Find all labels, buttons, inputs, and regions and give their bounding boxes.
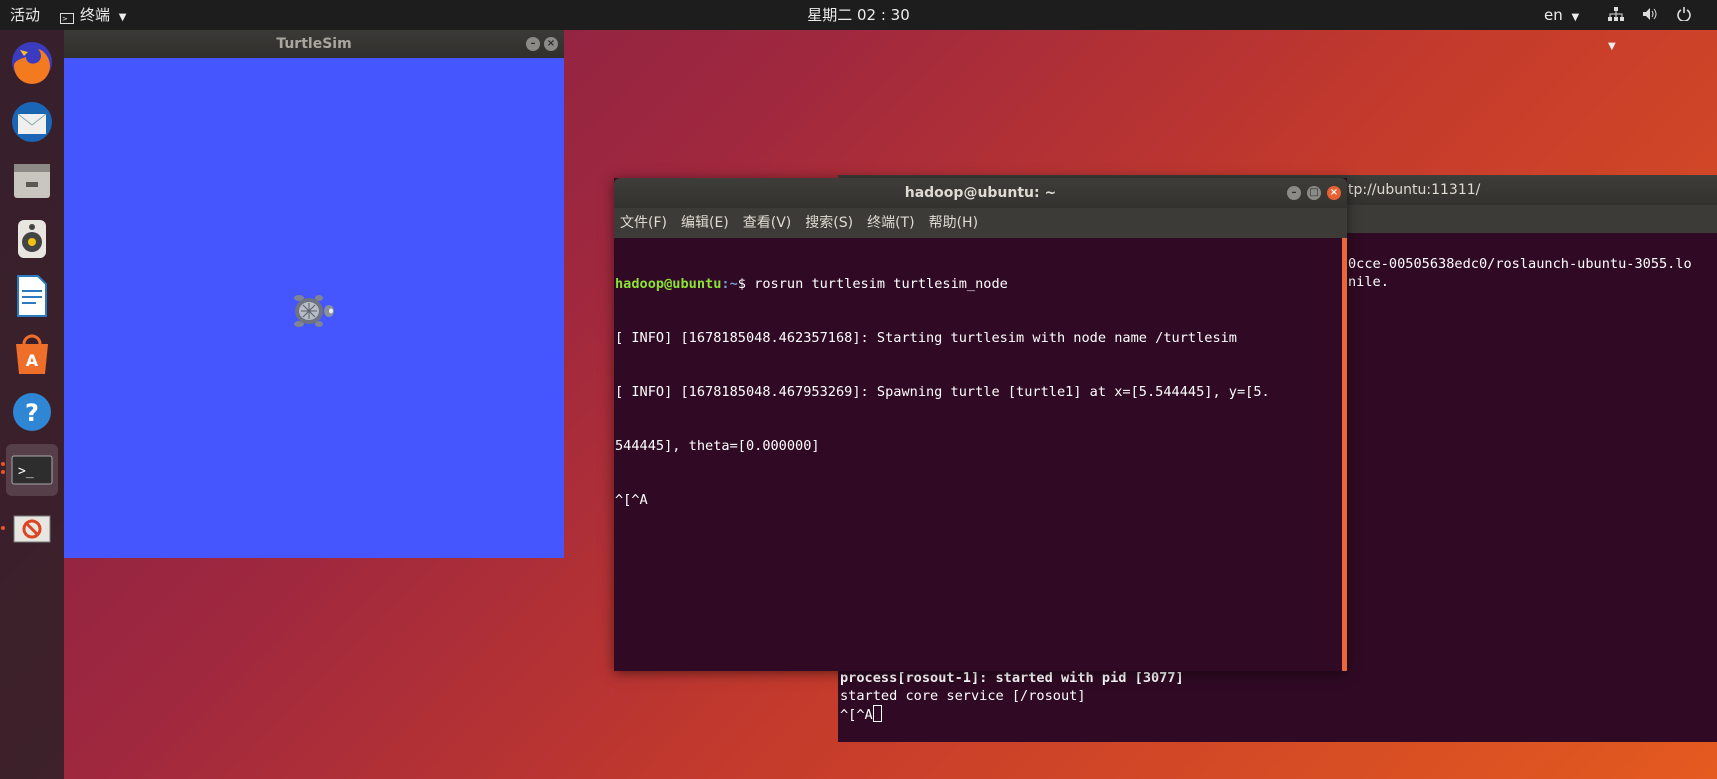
output-line: [ INFO] [1678185048.467953269]: Spawning… (615, 384, 1270, 400)
running-indicator (1, 462, 5, 466)
files-icon[interactable] (6, 154, 58, 206)
chevron-down-icon: ▼ (118, 12, 127, 23)
libreoffice-writer-icon[interactable] (6, 270, 58, 322)
text-cursor (872, 705, 882, 722)
window-titlebar[interactable]: hadoop@ubuntu: ~ – □ × (614, 178, 1347, 208)
menu-search[interactable]: 搜索(S) (805, 215, 853, 231)
system-menu[interactable]: ▼ (1608, 0, 1717, 52)
power-icon (1677, 7, 1691, 23)
prompt-path: :~ (721, 276, 738, 292)
window-title: TurtleSim (276, 36, 352, 52)
svg-text:>_: >_ (18, 464, 34, 479)
menu-bar: 文件(F) 编辑(E) 查看(V) 搜索(S) 终端(T) 帮助(H) (614, 208, 1347, 238)
language-label: en (1544, 6, 1563, 24)
window-title: hadoop@ubuntu: ~ (904, 185, 1057, 201)
terminal-icon[interactable]: >_ (6, 444, 58, 496)
svg-text:?: ? (25, 399, 39, 427)
chevron-down-icon: ▼ (1608, 41, 1616, 52)
terminal-window-turtlesim[interactable]: hadoop@ubuntu: ~ – □ × 文件(F) 编辑(E) 查看(V) 搜索… (614, 178, 1347, 671)
output-line: 544445], theta=[0.000000] (615, 438, 820, 454)
menu-view[interactable]: 查看(V) (743, 215, 792, 231)
app-menu-label: 终端 (80, 6, 111, 24)
input-line: ^[^A (840, 707, 873, 723)
terminal-output[interactable]: process[rosout-1]: started with pid [307… (840, 669, 1184, 724)
menu-file[interactable]: 文件(F) (620, 215, 667, 231)
language-indicator[interactable]: en ▼ (1544, 0, 1579, 30)
top-bar: 活动 > 终端 ▼ 星期二 02 : 30 en ▼ ▼ (0, 0, 1717, 52)
window-title: tp://ubuntu:11311/ (1348, 182, 1481, 198)
scrollbar[interactable] (1342, 238, 1347, 671)
prompt-command: $ rosrun turtlesim turtlesim_node (737, 276, 1008, 292)
output-line: process[rosout-1]: started with pid [307… (840, 670, 1184, 686)
prompt-line: hadoop@ubuntu:~$ rosrun turtlesim turtle… (615, 275, 1270, 293)
chevron-down-icon: ▼ (1571, 12, 1580, 23)
thunderbird-icon[interactable] (6, 96, 58, 148)
window-titlebar[interactable]: TurtleSim – × (64, 30, 564, 58)
menu-edit[interactable]: 编辑(E) (681, 215, 729, 231)
network-icon (1608, 7, 1628, 23)
terminal-output[interactable]: hadoop@ubuntu:~$ rosrun turtlesim turtle… (615, 239, 1270, 545)
help-icon[interactable]: ? (6, 386, 58, 438)
turtlesim-window[interactable]: TurtleSim – × (64, 30, 564, 558)
menu-help[interactable]: 帮助(H) (929, 215, 978, 231)
firefox-icon[interactable] (6, 36, 58, 88)
prompt-user: hadoop@ubuntu (615, 276, 722, 292)
rhythmbox-icon[interactable] (6, 212, 58, 264)
app-menu-terminal[interactable]: > 终端 ▼ (60, 0, 127, 30)
output-line: nile. (1348, 274, 1389, 290)
running-indicator (1, 526, 5, 530)
output-line: started core service [/rosout] (840, 688, 1086, 704)
menu-terminal[interactable]: 终端(T) (867, 215, 914, 231)
software-center-icon[interactable]: A (6, 328, 58, 380)
volume-icon (1642, 7, 1662, 23)
svg-text:A: A (26, 351, 39, 370)
maximize-button[interactable]: □ (1307, 186, 1321, 200)
running-indicator (1, 470, 5, 474)
dock: A ? >_ (0, 30, 64, 779)
minimize-button[interactable]: – (1287, 186, 1301, 200)
turtle-icon (294, 295, 334, 327)
clock[interactable]: 星期二 02 : 30 (0, 0, 1717, 30)
activities-button[interactable]: 活动 (10, 0, 40, 30)
minimize-button[interactable]: – (526, 37, 540, 51)
blocked-app-icon[interactable] (6, 502, 58, 554)
terminal-output[interactable]: 0cce-00505638edc0/roslaunch-ubuntu-3055.… (1348, 255, 1692, 291)
output-line: 0cce-00505638edc0/roslaunch-ubuntu-3055.… (1348, 256, 1692, 272)
terminal-small-icon: > (60, 13, 74, 24)
input-line: ^[^A (615, 492, 648, 508)
turtlesim-canvas (64, 58, 564, 558)
output-line: [ INFO] [1678185048.462357168]: Starting… (615, 330, 1237, 346)
close-button[interactable]: × (1327, 186, 1341, 200)
close-button[interactable]: × (544, 37, 558, 51)
